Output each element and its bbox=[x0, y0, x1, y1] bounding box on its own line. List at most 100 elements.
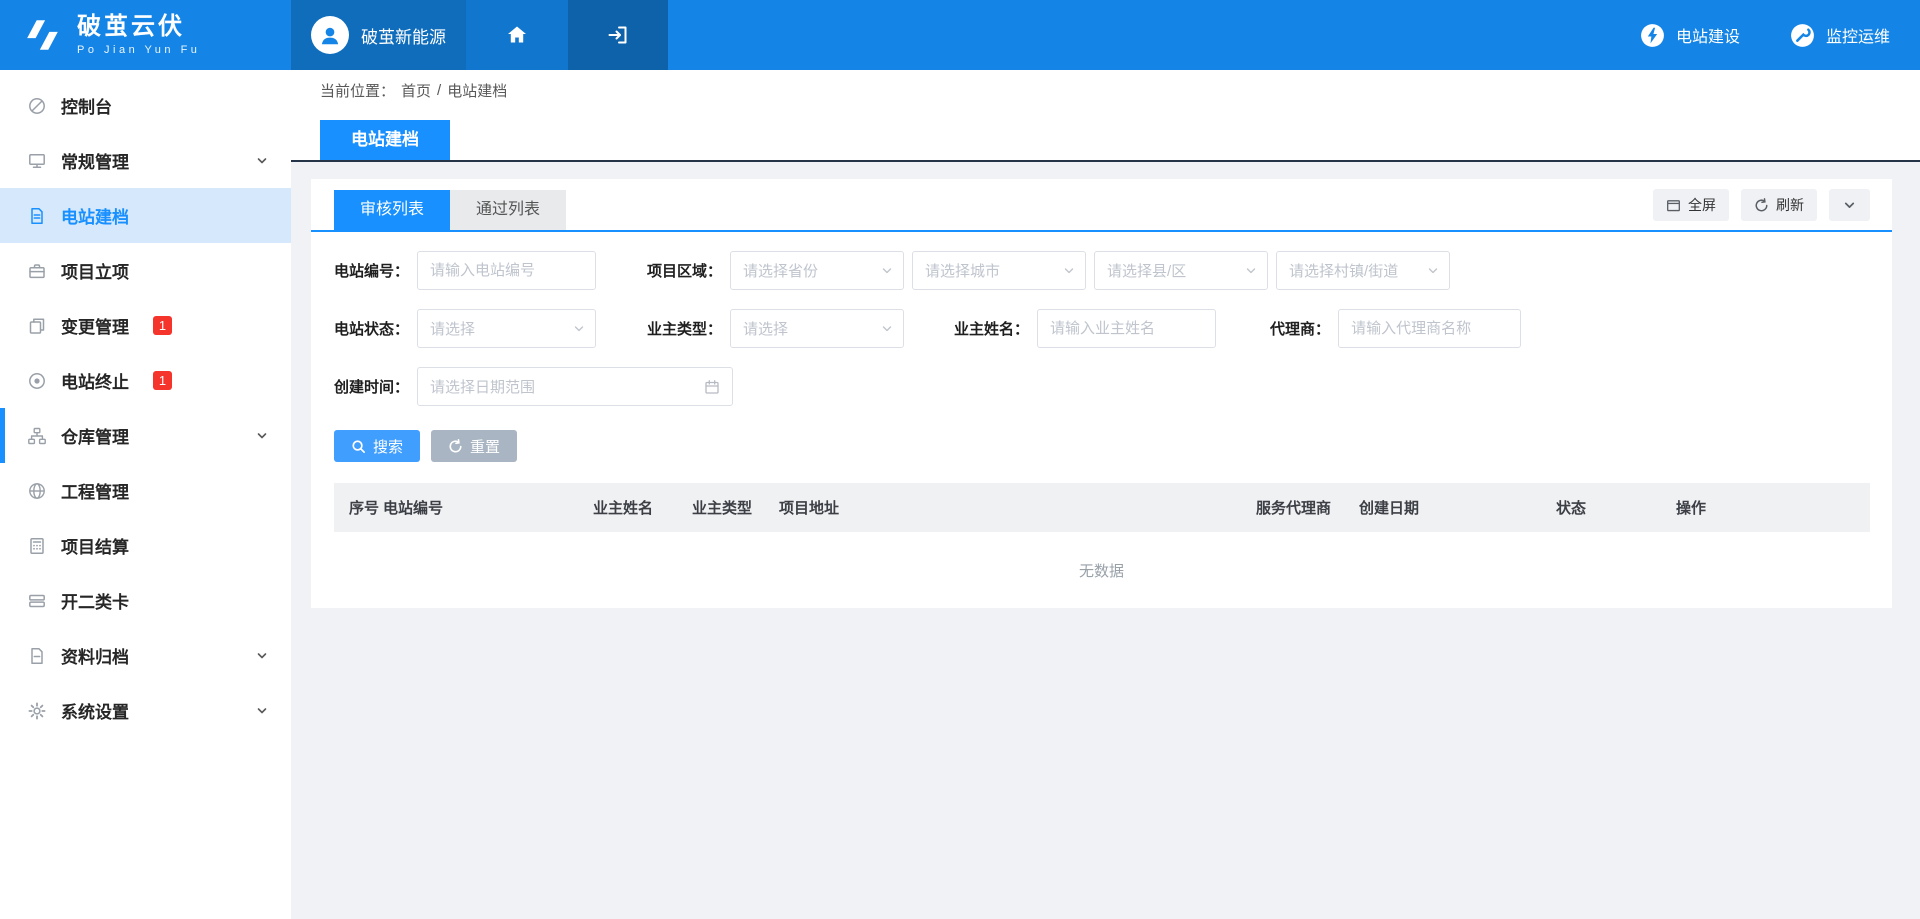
search-icon bbox=[351, 439, 366, 454]
copy-icon bbox=[27, 316, 47, 336]
owner-type-select[interactable]: 请选择 bbox=[730, 309, 904, 348]
sidebar-item-label: 控制台 bbox=[61, 93, 112, 118]
th-owner-type: 业主类型 bbox=[692, 497, 779, 518]
search-button[interactable]: 搜索 bbox=[334, 430, 420, 462]
owner-name-input[interactable] bbox=[1037, 309, 1216, 348]
sidebar-item-label: 电站建档 bbox=[61, 203, 129, 228]
card-icon bbox=[27, 591, 47, 611]
home-icon bbox=[505, 23, 529, 47]
monitor-icon bbox=[27, 151, 47, 171]
breadcrumb-prefix: 当前位置： bbox=[320, 80, 395, 101]
date-range-picker[interactable]: 请选择日期范围 bbox=[417, 367, 733, 406]
sidebar-item-change-mgmt[interactable]: 变更管理 1 bbox=[0, 298, 291, 353]
city-select[interactable]: 请选择城市 bbox=[912, 251, 1086, 290]
sidebar-item-label: 电站终止 bbox=[61, 368, 129, 393]
company-name: 破茧新能源 bbox=[361, 23, 446, 48]
globe-icon bbox=[27, 481, 47, 501]
sidebar-item-label: 变更管理 bbox=[61, 313, 129, 338]
gear-icon bbox=[27, 701, 47, 721]
sidebar-item-station-termination[interactable]: 电站终止 1 bbox=[0, 353, 291, 408]
logo[interactable]: 破茧云伏 Po Jian Yun Fu bbox=[0, 0, 291, 70]
sidebar-item-label: 常规管理 bbox=[61, 148, 129, 173]
document-icon bbox=[27, 206, 47, 226]
page-tab-bar: 电站建档 bbox=[291, 111, 1920, 162]
calendar-icon bbox=[704, 379, 720, 395]
refresh-button[interactable]: 刷新 bbox=[1741, 189, 1817, 221]
reset-label: 重置 bbox=[470, 436, 500, 457]
table-empty-state: 无数据 bbox=[333, 532, 1870, 608]
notification-badge: 1 bbox=[153, 316, 172, 335]
sidebar-item-project-settlement[interactable]: 项目结算 bbox=[0, 518, 291, 573]
district-select[interactable]: 请选择县/区 bbox=[1094, 251, 1268, 290]
logout-button[interactable] bbox=[568, 0, 668, 70]
content-panel: 审核列表 通过列表 全屏 bbox=[311, 179, 1892, 608]
th-owner-name: 业主姓名 bbox=[593, 497, 692, 518]
sidebar-item-dashboard[interactable]: 控制台 bbox=[0, 78, 291, 133]
page-tab-station-archive[interactable]: 电站建档 bbox=[320, 120, 450, 160]
chevron-down-icon bbox=[255, 429, 269, 443]
collapse-panel-button[interactable] bbox=[1829, 189, 1870, 221]
reset-icon bbox=[448, 439, 463, 454]
sidebar-item-engineering-mgmt[interactable]: 工程管理 bbox=[0, 463, 291, 518]
sidebar-item-general-mgmt[interactable]: 常规管理 bbox=[0, 133, 291, 188]
province-select[interactable]: 请选择省份 bbox=[730, 251, 904, 290]
lightning-circle-icon bbox=[1639, 22, 1666, 49]
archive-icon bbox=[27, 646, 47, 666]
th-seq: 序号 bbox=[349, 497, 383, 518]
agent-input[interactable] bbox=[1338, 309, 1521, 348]
sidebar-item-label: 工程管理 bbox=[61, 478, 129, 503]
th-actions: 操作 bbox=[1676, 497, 1870, 518]
th-project-address: 项目地址 bbox=[779, 497, 1256, 518]
refresh-icon bbox=[1754, 198, 1769, 213]
breadcrumb: 当前位置： 首页 / 电站建档 bbox=[291, 70, 1920, 111]
chevron-down-icon bbox=[573, 323, 585, 335]
sidebar-item-project-initiation[interactable]: 项目立项 bbox=[0, 243, 291, 298]
chevron-down-icon bbox=[1245, 265, 1257, 277]
sidebar-item-warehouse-mgmt[interactable]: 仓库管理 bbox=[0, 408, 291, 463]
chevron-down-icon bbox=[1842, 198, 1857, 213]
tab-review-list[interactable]: 审核列表 bbox=[334, 190, 450, 230]
dashboard-icon bbox=[27, 96, 47, 116]
filter-row-2: 电站状态： 请选择 业主类型： 请选择 bbox=[334, 309, 1870, 348]
refresh-label: 刷新 bbox=[1776, 195, 1804, 215]
station-status-select[interactable]: 请选择 bbox=[417, 309, 596, 348]
user-menu[interactable]: 破茧新能源 bbox=[291, 0, 466, 70]
tab-approved-list[interactable]: 通过列表 bbox=[450, 190, 566, 230]
sidebar-item-data-archive[interactable]: 资料归档 bbox=[0, 628, 291, 683]
main-content: 当前位置： 首页 / 电站建档 电站建档 审核列表 通过列表 bbox=[291, 70, 1920, 919]
table-header-row: 序号 电站编号 业主姓名 业主类型 项目地址 服务代理商 创建日期 状态 操作 bbox=[334, 483, 1870, 532]
logo-subtitle: Po Jian Yun Fu bbox=[77, 44, 200, 56]
search-label: 搜索 bbox=[373, 436, 403, 457]
exit-icon bbox=[606, 23, 630, 47]
chevron-down-icon bbox=[255, 154, 269, 168]
nav-monitoring-ops[interactable]: 监控运维 bbox=[1789, 0, 1890, 70]
breadcrumb-separator: / bbox=[437, 82, 441, 99]
logo-icon bbox=[22, 16, 64, 54]
sidebar-item-open-type2-card[interactable]: 开二类卡 bbox=[0, 573, 291, 628]
filter-actions: 搜索 重置 bbox=[334, 430, 1892, 462]
panel-tabs-row: 审核列表 通过列表 全屏 bbox=[311, 179, 1892, 232]
chevron-down-icon bbox=[255, 649, 269, 663]
briefcase-icon bbox=[27, 261, 47, 281]
create-time-label: 创建时间： bbox=[334, 376, 409, 397]
app-shell: 控制台 常规管理 电站建档 bbox=[0, 70, 1920, 919]
reset-button[interactable]: 重置 bbox=[431, 430, 517, 462]
sidebar-item-station-archive[interactable]: 电站建档 bbox=[0, 188, 291, 243]
filter-row-1: 电站编号： 项目区域： 请选择省份 请选择城市 bbox=[334, 251, 1870, 290]
sidebar: 控制台 常规管理 电站建档 bbox=[0, 70, 291, 919]
sidebar-item-system-settings[interactable]: 系统设置 bbox=[0, 683, 291, 738]
th-station-no: 电站编号 bbox=[383, 497, 593, 518]
home-button[interactable] bbox=[466, 0, 568, 70]
th-create-date: 创建日期 bbox=[1359, 497, 1556, 518]
owner-type-label: 业主类型： bbox=[647, 318, 722, 339]
filter-row-3: 创建时间： 请选择日期范围 bbox=[334, 367, 1870, 406]
nav-station-construction[interactable]: 电站建设 bbox=[1639, 0, 1740, 70]
sidebar-item-label: 仓库管理 bbox=[61, 423, 129, 448]
top-header: 破茧云伏 Po Jian Yun Fu 破茧新能源 bbox=[0, 0, 1920, 70]
station-no-input[interactable] bbox=[417, 251, 596, 290]
breadcrumb-home-link[interactable]: 首页 bbox=[401, 80, 431, 101]
town-select[interactable]: 请选择村镇/街道 bbox=[1276, 251, 1450, 290]
station-status-label: 电站状态： bbox=[334, 318, 409, 339]
fullscreen-button[interactable]: 全屏 bbox=[1653, 189, 1729, 221]
avatar bbox=[311, 16, 349, 54]
